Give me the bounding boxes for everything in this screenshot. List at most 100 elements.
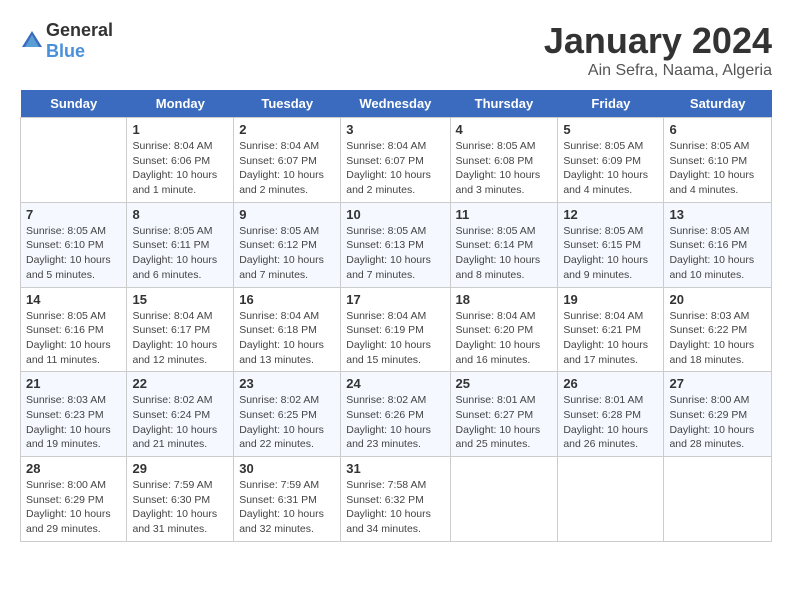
day-info: Sunrise: 8:05 AM Sunset: 6:10 PM Dayligh… <box>669 139 766 198</box>
day-info: Sunrise: 8:00 AM Sunset: 6:29 PM Dayligh… <box>26 478 121 537</box>
title-area: January 2024 Ain Sefra, Naama, Algeria <box>544 20 772 80</box>
day-cell: 13 Sunrise: 8:05 AM Sunset: 6:16 PM Dayli… <box>664 202 772 287</box>
calendar-subtitle: Ain Sefra, Naama, Algeria <box>544 62 772 80</box>
calendar-title: January 2024 <box>544 20 772 62</box>
day-number: 22 <box>132 376 228 391</box>
day-cell: 1Sunrise: 8:04 AM Sunset: 6:06 PM Daylig… <box>127 118 234 203</box>
day-cell: 29Sunrise: 7:59 AM Sunset: 6:30 PM Dayli… <box>127 457 234 542</box>
day-info: Sunrise: 8:04 AM Sunset: 6:07 PM Dayligh… <box>239 139 335 198</box>
day-number: 15 <box>132 292 228 307</box>
week-row-1: 1Sunrise: 8:04 AM Sunset: 6:06 PM Daylig… <box>21 118 772 203</box>
day-info: Sunrise: 8:04 AM Sunset: 6:07 PM Dayligh… <box>346 139 444 198</box>
day-cell: 7 Sunrise: 8:05 AM Sunset: 6:10 PM Daylig… <box>21 202 127 287</box>
col-header-monday: Monday <box>127 90 234 118</box>
day-cell: 4Sunrise: 8:05 AM Sunset: 6:08 PM Daylig… <box>450 118 558 203</box>
day-cell: 26 Sunrise: 8:01 AM Sunset: 6:28 PM Dayli… <box>558 372 664 457</box>
day-cell: 31Sunrise: 7:58 AM Sunset: 6:32 PM Dayli… <box>341 457 450 542</box>
day-number: 25 <box>456 376 553 391</box>
day-info: Sunrise: 8:05 AM Sunset: 6:15 PM Dayligh… <box>563 224 658 283</box>
calendar-header-row: SundayMondayTuesdayWednesdayThursdayFrid… <box>21 90 772 118</box>
day-cell <box>450 457 558 542</box>
day-info: Sunrise: 8:01 AM Sunset: 6:27 PM Dayligh… <box>456 393 553 452</box>
day-cell: 27Sunrise: 8:00 AM Sunset: 6:29 PM Dayli… <box>664 372 772 457</box>
col-header-friday: Friday <box>558 90 664 118</box>
day-info: Sunrise: 8:03 AM Sunset: 6:22 PM Dayligh… <box>669 309 766 368</box>
day-info: Sunrise: 8:02 AM Sunset: 6:26 PM Dayligh… <box>346 393 444 452</box>
day-cell: 20 Sunrise: 8:03 AM Sunset: 6:22 PM Dayli… <box>664 287 772 372</box>
day-number: 2 <box>239 122 335 137</box>
day-number: 19 <box>563 292 658 307</box>
day-info: Sunrise: 8:02 AM Sunset: 6:25 PM Dayligh… <box>239 393 335 452</box>
day-number: 10 <box>346 207 444 222</box>
day-number: 13 <box>669 207 766 222</box>
day-number: 20 <box>669 292 766 307</box>
col-header-thursday: Thursday <box>450 90 558 118</box>
day-info: Sunrise: 8:05 AM Sunset: 6:10 PM Dayligh… <box>26 224 121 283</box>
day-cell: 19 Sunrise: 8:04 AM Sunset: 6:21 PM Dayli… <box>558 287 664 372</box>
col-header-saturday: Saturday <box>664 90 772 118</box>
col-header-sunday: Sunday <box>21 90 127 118</box>
day-cell <box>664 457 772 542</box>
day-cell: 24 Sunrise: 8:02 AM Sunset: 6:26 PM Dayli… <box>341 372 450 457</box>
day-cell: 17 Sunrise: 8:04 AM Sunset: 6:19 PM Dayli… <box>341 287 450 372</box>
day-cell: 25 Sunrise: 8:01 AM Sunset: 6:27 PM Dayli… <box>450 372 558 457</box>
day-info: Sunrise: 7:59 AM Sunset: 6:31 PM Dayligh… <box>239 478 335 537</box>
day-cell: 10 Sunrise: 8:05 AM Sunset: 6:13 PM Dayli… <box>341 202 450 287</box>
day-cell: 18Sunrise: 8:04 AM Sunset: 6:20 PM Dayli… <box>450 287 558 372</box>
day-cell: 23Sunrise: 8:02 AM Sunset: 6:25 PM Dayli… <box>234 372 341 457</box>
day-number: 1 <box>132 122 228 137</box>
day-cell: 16Sunrise: 8:04 AM Sunset: 6:18 PM Dayli… <box>234 287 341 372</box>
day-cell: 6 Sunrise: 8:05 AM Sunset: 6:10 PM Daylig… <box>664 118 772 203</box>
day-number: 17 <box>346 292 444 307</box>
day-info: Sunrise: 8:04 AM Sunset: 6:19 PM Dayligh… <box>346 309 444 368</box>
day-number: 30 <box>239 461 335 476</box>
day-cell <box>21 118 127 203</box>
day-info: Sunrise: 8:03 AM Sunset: 6:23 PM Dayligh… <box>26 393 121 452</box>
day-info: Sunrise: 8:05 AM Sunset: 6:09 PM Dayligh… <box>563 139 658 198</box>
day-number: 24 <box>346 376 444 391</box>
day-info: Sunrise: 8:04 AM Sunset: 6:21 PM Dayligh… <box>563 309 658 368</box>
day-number: 16 <box>239 292 335 307</box>
day-number: 26 <box>563 376 658 391</box>
col-header-tuesday: Tuesday <box>234 90 341 118</box>
day-cell: 3 Sunrise: 8:04 AM Sunset: 6:07 PM Daylig… <box>341 118 450 203</box>
calendar-table: SundayMondayTuesdayWednesdayThursdayFrid… <box>20 90 772 542</box>
day-number: 28 <box>26 461 121 476</box>
day-cell: 11 Sunrise: 8:05 AM Sunset: 6:14 PM Dayli… <box>450 202 558 287</box>
week-row-5: 28 Sunrise: 8:00 AM Sunset: 6:29 PM Dayli… <box>21 457 772 542</box>
day-number: 12 <box>563 207 658 222</box>
header: General Blue January 2024 Ain Sefra, Naa… <box>20 20 772 80</box>
day-cell: 22 Sunrise: 8:02 AM Sunset: 6:24 PM Dayli… <box>127 372 234 457</box>
day-cell: 2 Sunrise: 8:04 AM Sunset: 6:07 PM Daylig… <box>234 118 341 203</box>
week-row-3: 14Sunrise: 8:05 AM Sunset: 6:16 PM Dayli… <box>21 287 772 372</box>
day-number: 18 <box>456 292 553 307</box>
day-number: 5 <box>563 122 658 137</box>
day-cell: 28 Sunrise: 8:00 AM Sunset: 6:29 PM Dayli… <box>21 457 127 542</box>
day-cell: 30 Sunrise: 7:59 AM Sunset: 6:31 PM Dayli… <box>234 457 341 542</box>
day-cell: 21 Sunrise: 8:03 AM Sunset: 6:23 PM Dayli… <box>21 372 127 457</box>
week-row-4: 21 Sunrise: 8:03 AM Sunset: 6:23 PM Dayli… <box>21 372 772 457</box>
day-number: 14 <box>26 292 121 307</box>
day-number: 21 <box>26 376 121 391</box>
day-number: 4 <box>456 122 553 137</box>
day-info: Sunrise: 8:05 AM Sunset: 6:16 PM Dayligh… <box>669 224 766 283</box>
day-info: Sunrise: 8:05 AM Sunset: 6:14 PM Dayligh… <box>456 224 553 283</box>
week-row-2: 7 Sunrise: 8:05 AM Sunset: 6:10 PM Daylig… <box>21 202 772 287</box>
day-info: Sunrise: 7:59 AM Sunset: 6:30 PM Dayligh… <box>132 478 228 537</box>
day-info: Sunrise: 8:02 AM Sunset: 6:24 PM Dayligh… <box>132 393 228 452</box>
day-info: Sunrise: 8:05 AM Sunset: 6:12 PM Dayligh… <box>239 224 335 283</box>
day-number: 8 <box>132 207 228 222</box>
day-cell: 15 Sunrise: 8:04 AM Sunset: 6:17 PM Dayli… <box>127 287 234 372</box>
col-header-wednesday: Wednesday <box>341 90 450 118</box>
day-number: 9 <box>239 207 335 222</box>
day-number: 3 <box>346 122 444 137</box>
day-info: Sunrise: 8:05 AM Sunset: 6:11 PM Dayligh… <box>132 224 228 283</box>
day-number: 7 <box>26 207 121 222</box>
day-info: Sunrise: 8:05 AM Sunset: 6:13 PM Dayligh… <box>346 224 444 283</box>
day-info: Sunrise: 7:58 AM Sunset: 6:32 PM Dayligh… <box>346 478 444 537</box>
day-number: 11 <box>456 207 553 222</box>
day-cell: 12 Sunrise: 8:05 AM Sunset: 6:15 PM Dayli… <box>558 202 664 287</box>
day-info: Sunrise: 8:04 AM Sunset: 6:17 PM Dayligh… <box>132 309 228 368</box>
day-info: Sunrise: 8:01 AM Sunset: 6:28 PM Dayligh… <box>563 393 658 452</box>
day-number: 6 <box>669 122 766 137</box>
